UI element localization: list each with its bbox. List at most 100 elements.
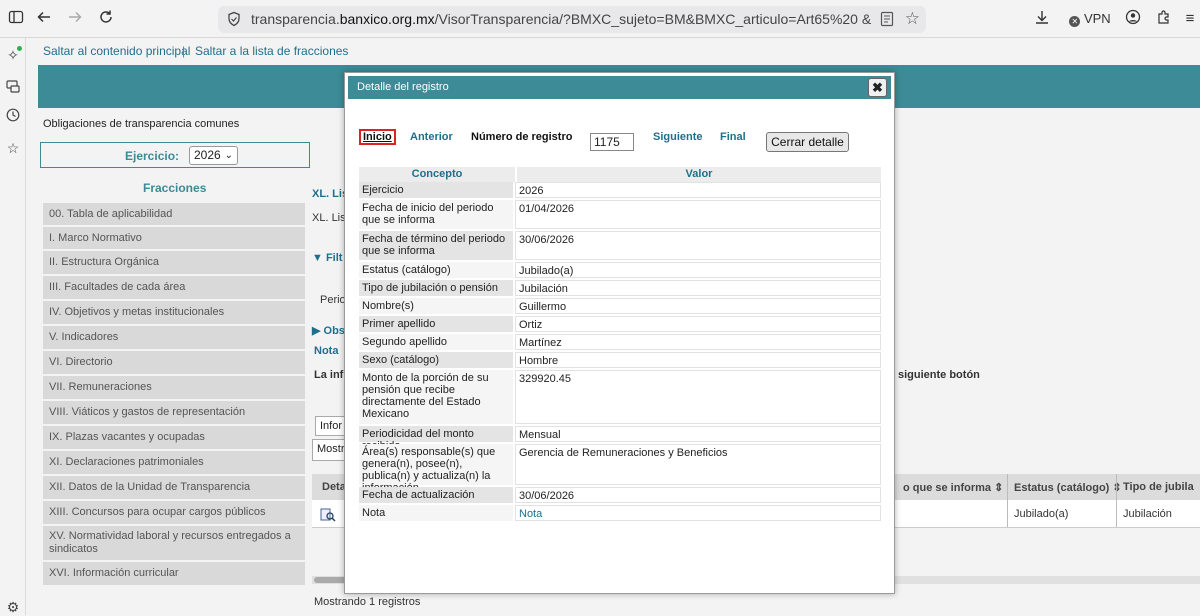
notification-dot: [17, 46, 22, 51]
detail-row: Nombre(s) Guillermo: [359, 298, 881, 316]
detail-row: Primer apellido Ortiz: [359, 316, 881, 334]
numero-registro-label: Número de registro: [471, 131, 573, 143]
reader-view-icon[interactable]: [880, 11, 894, 30]
fraccion-item[interactable]: I. Marco Normativo: [43, 227, 305, 251]
ai-sparkle-icon[interactable]: ✧: [4, 46, 22, 64]
record-count: Mostrando 1 registros: [314, 596, 421, 608]
vpn-icon: ✕: [1069, 16, 1081, 27]
valor-cell: Jubilación: [515, 280, 881, 296]
numero-registro-input[interactable]: 1175: [590, 133, 634, 151]
fraccion-item[interactable]: XV. Normatividad laboral y recursos entr…: [43, 526, 305, 562]
valor-cell: 01/04/2026: [515, 200, 881, 229]
cerrar-detalle-button[interactable]: Cerrar detalle: [766, 132, 849, 152]
vpn-button[interactable]: ✕ VPN: [1066, 9, 1114, 29]
detail-row: Sexo (catálogo) Hombre: [359, 352, 881, 370]
header-valor: Valor: [517, 167, 881, 182]
fracciones-title: Fracciones: [143, 181, 207, 195]
detail-magnifier-icon[interactable]: [320, 508, 336, 525]
ejercicio-label: Ejercicio:: [125, 149, 180, 163]
cell-tipo: Jubilación: [1123, 508, 1172, 520]
concepto-cell: Fecha de inicio del periodo que se infor…: [359, 200, 515, 229]
sidebar-toggle-icon[interactable]: [6, 9, 26, 29]
section-title: XL. Lis: [312, 188, 349, 200]
menu-icon[interactable]: ≡: [1180, 9, 1200, 29]
fraccion-item[interactable]: XVI. Información curricular: [43, 562, 305, 587]
valor-cell: 30/06/2026: [515, 487, 881, 503]
valor-cell: Martínez: [515, 334, 881, 350]
mostrar-select[interactable]: Mostr: [312, 439, 347, 461]
synced-tabs-icon[interactable]: [4, 79, 22, 97]
detail-table-header: Concepto Valor: [359, 167, 881, 182]
nota-link[interactable]: Nota: [515, 505, 881, 521]
chevron-down-icon: ⌄: [224, 150, 233, 161]
grid-header-periodo[interactable]: o que se informa ⇕: [903, 481, 1003, 494]
fraccion-item[interactable]: VII. Remuneraciones: [43, 376, 305, 401]
obligaciones-heading: Obligaciones de transparencia comunes: [43, 118, 240, 130]
anterior-link[interactable]: Anterior: [410, 131, 453, 143]
inicio-link[interactable]: Inicio: [359, 129, 396, 145]
concepto-cell: Segundo apellido: [359, 334, 515, 350]
column-divider[interactable]: [1007, 474, 1008, 500]
skip-to-main-link[interactable]: Saltar al contenido principal: [43, 44, 190, 58]
downloads-icon[interactable]: [1032, 9, 1052, 29]
obs-label: Obs: [323, 325, 345, 337]
grid-header-periodo-label: o que se informa: [903, 482, 992, 494]
detail-row: Ejercicio 2026: [359, 182, 881, 200]
column-divider[interactable]: [1116, 474, 1117, 500]
detail-row: Estatus (catálogo) Jubilado(a): [359, 262, 881, 280]
obs-toggle[interactable]: ▶ Obs: [312, 324, 345, 337]
info-text: La inf: [314, 369, 344, 381]
url-bar[interactable]: transparencia.banxico.org.mx/VisorTransp…: [218, 6, 926, 33]
grid-header-tipo[interactable]: Tipo de jubila: [1123, 481, 1194, 493]
shield-icon[interactable]: [226, 11, 242, 27]
reload-icon[interactable]: [96, 9, 116, 29]
fraccion-item[interactable]: XII. Datos de la Unidad de Transparencia: [43, 476, 305, 501]
section-text: XL. Lis: [312, 212, 346, 224]
siguiente-link[interactable]: Siguiente: [653, 131, 703, 143]
close-icon[interactable]: ✖: [868, 78, 887, 97]
account-icon[interactable]: [1123, 9, 1143, 29]
grid-header-estatus[interactable]: Estatus (catálogo) ⇕: [1014, 481, 1122, 494]
ejercicio-select[interactable]: 2026 ⌄: [189, 146, 238, 165]
fraccion-item[interactable]: II. Estructura Orgánica: [43, 251, 305, 276]
detail-row: Segundo apellido Martínez: [359, 334, 881, 352]
fraccion-item[interactable]: IV. Objetivos y metas institucionales: [43, 301, 305, 326]
fraccion-item[interactable]: V. Indicadores: [43, 326, 305, 351]
fraccion-item[interactable]: XIII. Concursos para ocupar cargos públi…: [43, 501, 305, 526]
fraccion-item[interactable]: VI. Directorio: [43, 351, 305, 376]
bookmark-star-icon[interactable]: ☆: [905, 9, 920, 29]
detail-row: Periodicidad del monto recibidoMensual: [359, 426, 881, 452]
forward-icon[interactable]: [65, 9, 85, 29]
browser-sidebar: ✧ ☆ ⚙: [0, 38, 26, 615]
informe-button[interactable]: Infor: [315, 416, 347, 436]
detail-row: Nota Nota: [359, 505, 881, 523]
valor-cell: Hombre: [515, 352, 881, 368]
detail-modal: Detalle del registro ✖ Inicio Anterior N…: [344, 72, 895, 594]
cell-estatus: Jubilado(a): [1014, 508, 1069, 520]
fraccion-item[interactable]: III. Facultades de cada área: [43, 276, 305, 301]
concepto-cell: Nombre(s): [359, 298, 515, 314]
skip-to-fractions-link[interactable]: Saltar a la lista de fracciones: [195, 44, 348, 58]
back-icon[interactable]: [34, 9, 54, 29]
browser-toolbar: transparencia.banxico.org.mx/VisorTransp…: [0, 0, 1200, 38]
bookmarks-icon[interactable]: ☆: [4, 139, 22, 157]
ejercicio-box: Ejercicio: 2026 ⌄: [40, 142, 310, 168]
triangle-down-icon: ▼: [312, 252, 326, 264]
extensions-icon[interactable]: [1154, 9, 1174, 29]
concepto-cell: Sexo (catálogo): [359, 352, 515, 368]
valor-cell: Guillermo: [515, 298, 881, 314]
filter-toggle[interactable]: ▼ Filt: [312, 252, 342, 264]
fracciones-list: 00. Tabla de aplicabilidad I. Marco Norma…: [43, 203, 305, 587]
grid-header-detalle[interactable]: Deta: [322, 481, 346, 493]
fraccion-item[interactable]: 00. Tabla de aplicabilidad: [43, 203, 305, 227]
detail-row: Área(s) responsable(s) que genera(n), po…: [359, 444, 881, 494]
url-domain: banxico.org.mx: [339, 11, 435, 27]
final-link[interactable]: Final: [720, 131, 746, 143]
settings-gear-icon[interactable]: ⚙: [4, 598, 22, 616]
fraccion-item[interactable]: XI. Declaraciones patrimoniales: [43, 451, 305, 476]
fraccion-item[interactable]: IX. Plazas vacantes y ocupadas: [43, 426, 305, 451]
fraccion-item[interactable]: VIII. Viáticos y gastos de representació…: [43, 401, 305, 426]
history-icon[interactable]: [4, 108, 22, 126]
valor-cell: 2026: [515, 182, 881, 198]
valor-cell: 329920.45: [515, 370, 881, 424]
